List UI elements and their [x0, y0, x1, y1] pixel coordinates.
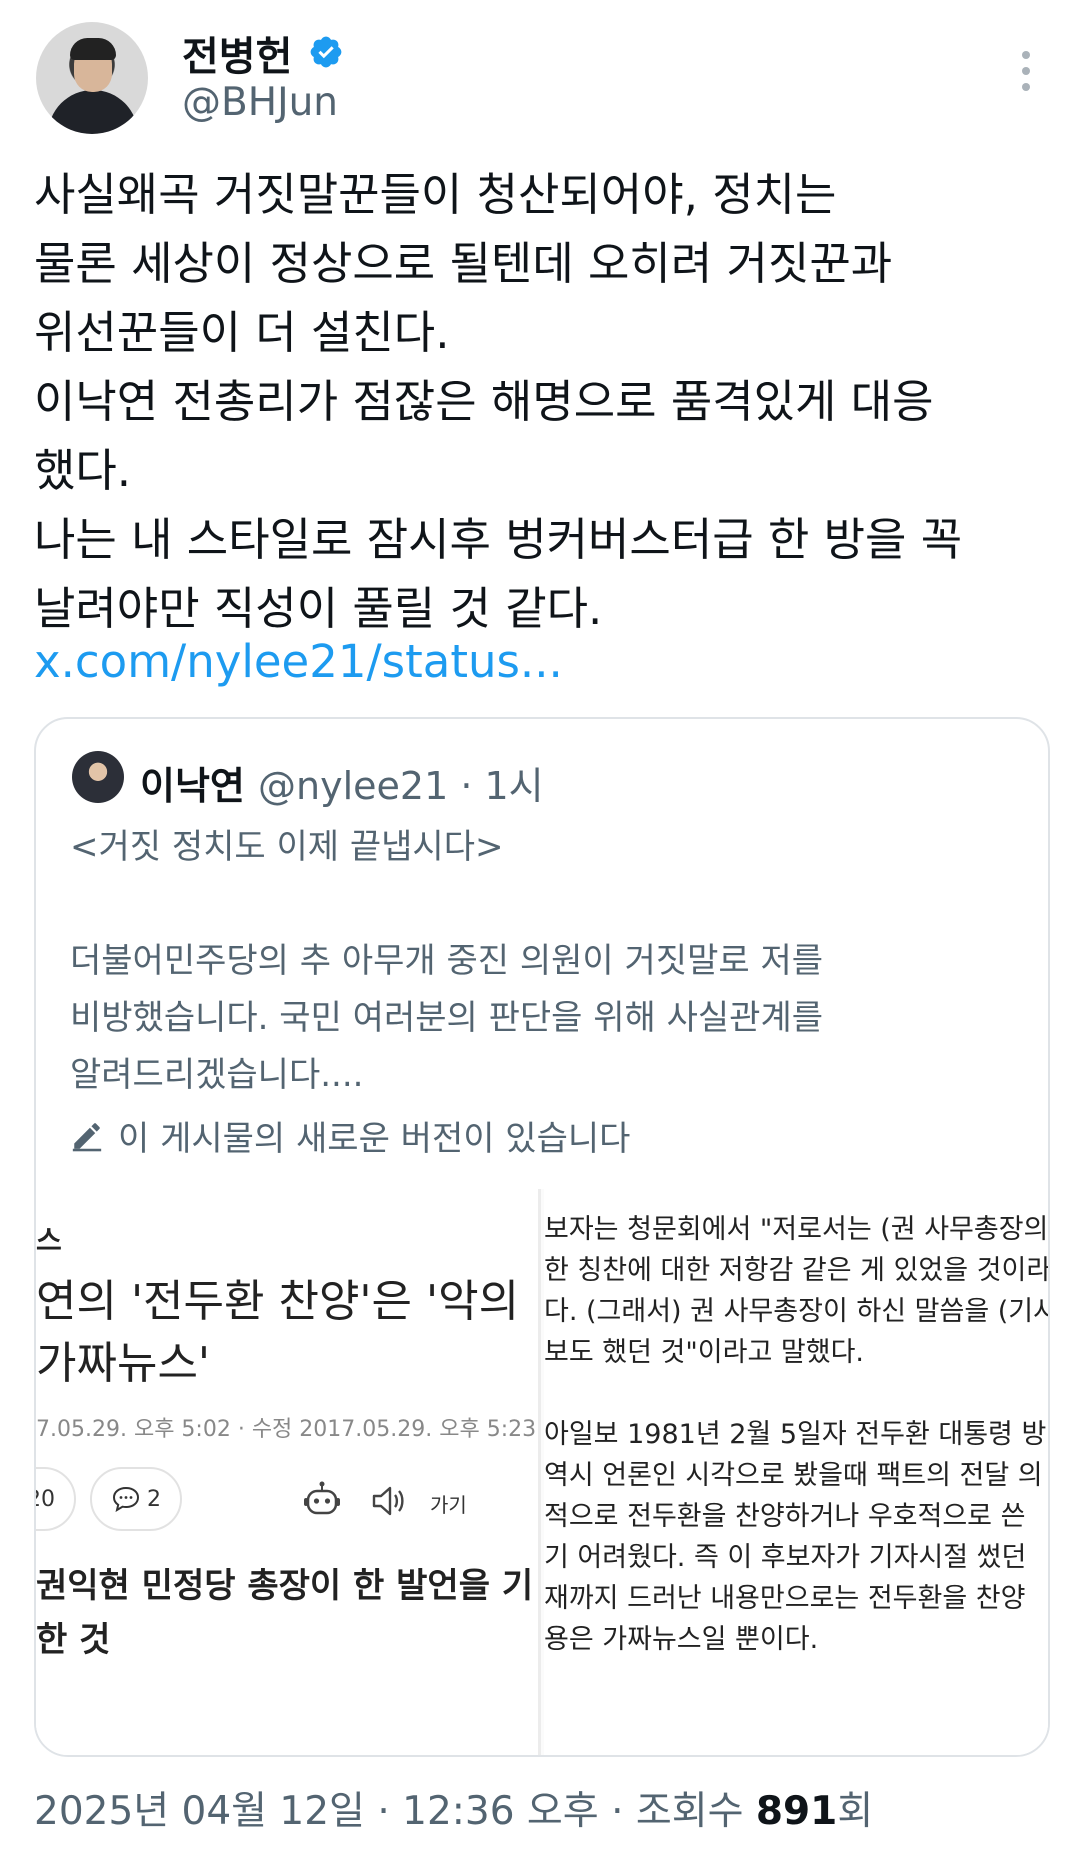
article-category: 스 [36, 1224, 62, 1257]
go-label: 가기 [430, 1493, 467, 1517]
edited-notice-label: 이 게시물의 새로운 버전이 있습니다 [118, 1119, 631, 1159]
media-image-left[interactable]: 스 연의 '전두환 찬양'은 '악의 가짜뉴스' 7.05.29. 오후 5:0… [36, 1189, 541, 1755]
verified-badge-icon [310, 36, 342, 68]
tweet-link[interactable]: x.com/nylee21/status... [34, 635, 563, 688]
quoted-media[interactable]: 스 연의 '전두환 찬양'은 '악의 가짜뉴스' 7.05.29. 오후 5:0… [36, 1189, 1050, 1755]
quoted-tweet[interactable]: 이낙연 @nylee21 · 1시 <거짓 정치도 이제 끝냅시다> 더불어민주… [34, 717, 1050, 1757]
tweet-footer: 2025년 04월 12일 · 12:36 오후 · 조회수 891회 [34, 1780, 873, 1836]
pencil-icon [72, 1122, 102, 1151]
robot-icon [304, 1481, 340, 1515]
like-count: 20 [36, 1486, 55, 1512]
tweet-datetime[interactable]: 2025년 04월 12일 · 12:36 오후 · 조회수 [34, 1789, 756, 1834]
more-options-icon[interactable] [1016, 48, 1036, 94]
article-date: 7.05.29. 오후 5:02 · 수정 2017.05.29. 오후 5:2… [36, 1417, 537, 1442]
quoted-author-meta: @nylee21 · 1시 [258, 764, 544, 808]
comment-count-pill: 2 [90, 1467, 182, 1531]
author-handle[interactable]: @BHJun [182, 80, 338, 125]
article-subheadline: 권익현 민정당 총장이 한 발언을 기 한 것 [36, 1566, 534, 1660]
tweet-header: 전병헌 @BHJun [0, 0, 1080, 150]
edited-notice[interactable]: 이 게시물의 새로운 버전이 있습니다 [70, 1111, 630, 1160]
like-count-pill: 20 [36, 1467, 76, 1531]
view-count: 891 [755, 1789, 838, 1834]
quoted-author-name: 이낙연 [140, 764, 245, 808]
quoted-author-avatar [72, 751, 124, 803]
tweet-text: 사실왜곡 거짓말꾼들이 청산되어야, 정치는 물론 세상이 정상으로 될텐데 오… [34, 168, 963, 635]
media-image-right[interactable]: 보자는 청문회에서 "저로서는 (권 사무총장의 한 칭찬에 대한 저항감 같은… [544, 1189, 1050, 1755]
author-name[interactable]: 전병헌 [182, 24, 292, 82]
article-body-text: 보자는 청문회에서 "저로서는 (권 사무총장의 한 칭찬에 대한 저항감 같은… [544, 1214, 1050, 1655]
comment-count: 2 [147, 1486, 161, 1512]
view-count-suffix: 회 [837, 1789, 874, 1834]
comment-icon [112, 1486, 140, 1512]
article-headline: 연의 '전두환 찬양'은 '악의 가짜뉴스' [36, 1276, 520, 1389]
author-avatar[interactable] [36, 22, 148, 134]
speaker-icon [372, 1486, 404, 1516]
article-action-bar: 20 2 [36, 1467, 538, 1535]
quoted-text: <거짓 정치도 이제 끝냅시다> 더불어민주당의 추 아무개 중진 의원이 거짓… [70, 827, 824, 1095]
